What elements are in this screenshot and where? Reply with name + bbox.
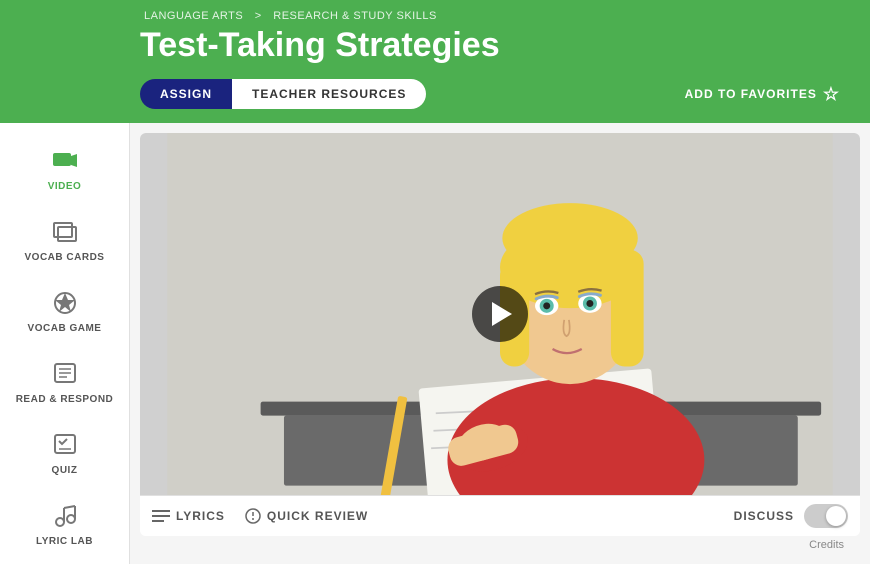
quick-review-tab[interactable]: QUICK REVIEW: [245, 508, 368, 524]
vocab-game-icon: [49, 287, 81, 319]
lyric-lab-icon: [49, 500, 81, 532]
read-respond-icon: [49, 358, 81, 390]
breadcrumb-part1: LANGUAGE ARTS: [144, 10, 243, 22]
video-container: LYRICS QUICK REVIEW DISCUSS: [140, 133, 860, 536]
sidebar-item-quiz[interactable]: QUIZ: [0, 417, 129, 488]
main-layout: VIDEO VOCAB CARDS VOCAB GAME: [0, 123, 870, 564]
breadcrumb: LANGUAGE ARTS > RESEARCH & STUDY SKILLS: [140, 10, 850, 22]
sidebar-label-video: VIDEO: [48, 181, 82, 192]
toggle-knob: [826, 506, 846, 526]
star-icon: ☆: [823, 84, 840, 105]
bottom-left: LYRICS QUICK REVIEW: [152, 508, 368, 524]
quiz-icon: [49, 429, 81, 461]
header: LANGUAGE ARTS > RESEARCH & STUDY SKILLS …: [0, 0, 870, 123]
content-area: LYRICS QUICK REVIEW DISCUSS: [130, 123, 870, 564]
sidebar-label-vocab-cards: VOCAB CARDS: [25, 252, 105, 263]
breadcrumb-part2: RESEARCH & STUDY SKILLS: [273, 10, 437, 22]
quick-review-icon: [245, 508, 261, 524]
breadcrumb-separator: >: [255, 10, 262, 22]
sidebar-item-vocab-cards[interactable]: VOCAB CARDS: [0, 204, 129, 275]
header-actions: ASSIGN TEACHER RESOURCES ADD TO FAVORITE…: [140, 79, 850, 109]
header-buttons: ASSIGN TEACHER RESOURCES: [140, 79, 426, 109]
vocab-cards-icon: [49, 216, 81, 248]
favorites-label: ADD TO FAVORITES: [685, 87, 817, 101]
discuss-toggle[interactable]: [804, 504, 848, 528]
discuss-label: DISCUSS: [734, 509, 794, 523]
assign-button[interactable]: ASSIGN: [140, 79, 232, 109]
quick-review-label: QUICK REVIEW: [267, 509, 368, 523]
sidebar-label-lyric-lab: LYRIC LAB: [36, 536, 93, 547]
sidebar: VIDEO VOCAB CARDS VOCAB GAME: [0, 123, 130, 564]
video-icon: [49, 145, 81, 177]
sidebar-label-quiz: QUIZ: [52, 465, 78, 476]
video-wrapper: [140, 133, 860, 495]
lyrics-tab[interactable]: LYRICS: [152, 509, 225, 523]
lyrics-label: LYRICS: [176, 509, 225, 523]
teacher-resources-button[interactable]: TEACHER RESOURCES: [232, 79, 426, 109]
bottom-right: DISCUSS: [734, 504, 848, 528]
sidebar-label-read-respond: READ & RESPOND: [16, 394, 114, 405]
add-to-favorites-button[interactable]: ADD TO FAVORITES ☆: [685, 84, 840, 105]
sidebar-item-read-respond[interactable]: READ & RESPOND: [0, 346, 129, 417]
bottom-bar: LYRICS QUICK REVIEW DISCUSS: [140, 495, 860, 536]
play-button[interactable]: [472, 286, 528, 342]
credits-bar: Credits: [140, 536, 860, 554]
sidebar-item-lyric-lab[interactable]: LYRIC LAB: [0, 488, 129, 559]
sidebar-item-video[interactable]: VIDEO: [0, 133, 129, 204]
lyrics-icon: [152, 509, 170, 523]
credits-text: Credits: [809, 539, 844, 551]
sidebar-label-vocab-game: VOCAB GAME: [28, 323, 102, 334]
page-title: Test-Taking Strategies: [140, 26, 850, 65]
sidebar-item-vocab-game[interactable]: VOCAB GAME: [0, 275, 129, 346]
play-triangle-icon: [492, 302, 512, 326]
